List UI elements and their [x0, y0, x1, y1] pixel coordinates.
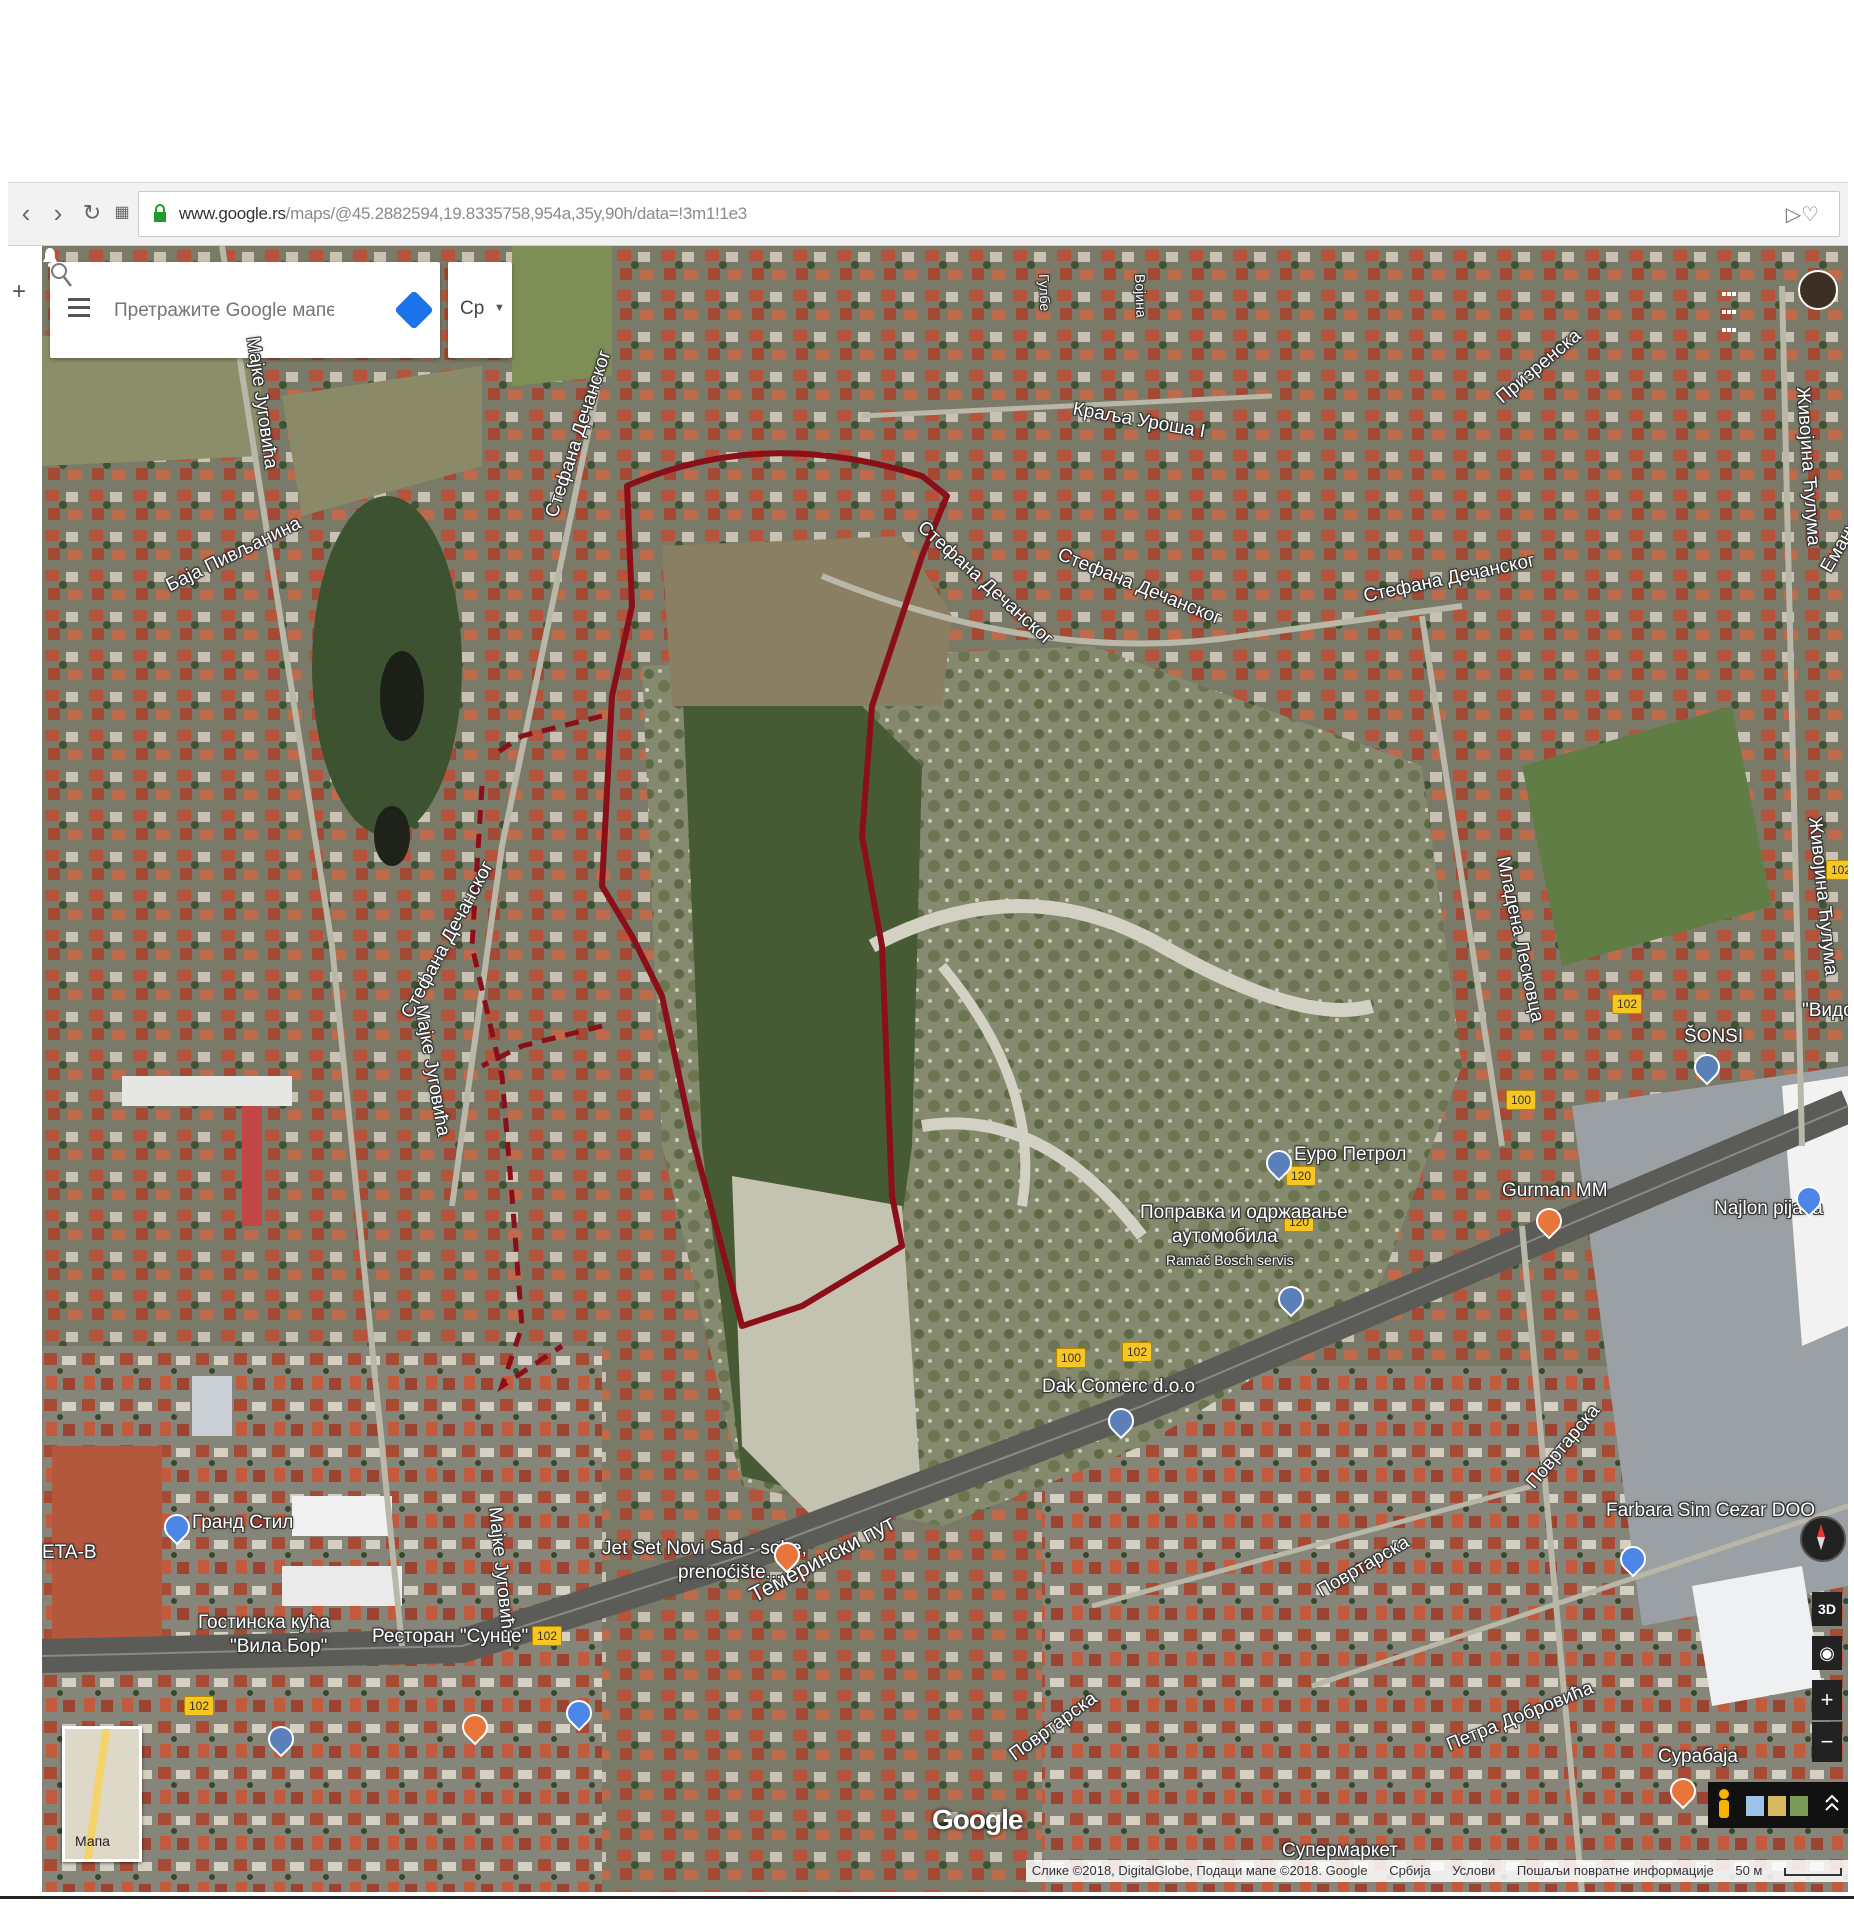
browser-toolbar: ‹ › ↻ ▦ www.google.rs/maps/@45.2882594,1… — [8, 182, 1848, 246]
forward-icon[interactable]: › — [44, 197, 72, 229]
attribution-country[interactable]: Србија — [1389, 1863, 1430, 1878]
attribution-feedback[interactable]: Пошаљи повратне информације — [1517, 1863, 1714, 1878]
satellite-map[interactable]: Ср ▼ Баја Пивљанина Мајке Југовића Мајке… — [42, 246, 1848, 1892]
place-label[interactable]: ŠONSI — [1684, 1026, 1743, 1048]
language-value: Ср — [460, 298, 485, 319]
map-type-toggle[interactable]: Мапа — [62, 1726, 142, 1862]
road-number-shield: 102 — [532, 1626, 562, 1646]
search-input[interactable] — [112, 292, 336, 330]
pegman-icon[interactable] — [1719, 1789, 1729, 1818]
tab-grid-icon[interactable]: ▦ — [108, 197, 136, 229]
place-label[interactable]: Супермаркет — [1282, 1840, 1398, 1862]
apps-grid-icon[interactable] — [1722, 284, 1740, 332]
road-number-shield: 100 — [1056, 1348, 1086, 1368]
place-label[interactable]: prenoćište... — [678, 1562, 782, 1584]
reload-icon[interactable]: ↻ — [78, 197, 106, 229]
menu-icon[interactable] — [68, 298, 90, 322]
road-number-shield: 102 — [1612, 994, 1642, 1014]
zoom-out-button[interactable]: − — [1812, 1722, 1842, 1762]
attribution-bar: Слике ©2018, DigitalGlobe, Подаци мапе ©… — [1025, 1860, 1848, 1882]
back-icon[interactable]: ‹ — [12, 197, 40, 229]
place-label[interactable]: Dak Comerc d.o.o — [1042, 1376, 1195, 1398]
place-label[interactable]: "Вила Бор" — [230, 1636, 327, 1658]
expand-chevrons-icon[interactable] — [1825, 1794, 1839, 1811]
new-tab-plus-icon[interactable]: + — [12, 278, 26, 306]
scale-label: 50 м — [1735, 1863, 1763, 1878]
zoom-in-button[interactable]: + — [1812, 1680, 1842, 1720]
my-location-icon[interactable]: ◉ — [1812, 1636, 1842, 1670]
attribution-imagery: Слике ©2018, DigitalGlobe, Подаци мапе ©… — [1031, 1863, 1368, 1878]
directions-icon[interactable] — [394, 290, 434, 330]
place-label[interactable]: Farbara Sim Cezar DOO — [1606, 1500, 1815, 1522]
place-label[interactable]: Сурабаја — [1658, 1746, 1738, 1768]
place-label[interactable]: Ресторан "Сунце" — [372, 1626, 528, 1648]
road-number-shield: 102 — [1826, 860, 1848, 880]
road-number-shield: 102 — [1122, 1342, 1152, 1362]
3d-toggle-button[interactable]: 3D — [1812, 1592, 1842, 1626]
user-avatar[interactable] — [1798, 270, 1838, 310]
place-label[interactable]: Гранд Стил — [192, 1512, 293, 1534]
street-label: Војина — [1132, 273, 1150, 318]
language-selector[interactable]: Ср ▼ — [448, 262, 512, 358]
road-number-shield: 100 — [1506, 1090, 1536, 1110]
road-number-shield: 102 — [184, 1696, 214, 1716]
place-label[interactable]: Ramač Bosch servis — [1166, 1252, 1294, 1268]
place-label[interactable]: Поправка и одржавање — [1140, 1202, 1348, 1224]
bottom-divider — [0, 1896, 1854, 1899]
chevron-down-icon: ▼ — [494, 302, 505, 314]
attribution-terms[interactable]: Услови — [1452, 1863, 1495, 1878]
minimap-label: Мапа — [75, 1833, 110, 1849]
place-label[interactable]: ETA-B — [42, 1542, 97, 1564]
place-label[interactable]: аутомобила — [1172, 1226, 1278, 1248]
bookmark-heart-icon[interactable]: ▷♡ — [1786, 202, 1819, 227]
street-label: Гулбе — [1036, 273, 1054, 312]
imagery-thumbnails-icon[interactable] — [1746, 1796, 1808, 1816]
place-label[interactable]: "Видов — [1802, 1000, 1848, 1022]
lock-icon — [154, 204, 166, 222]
place-label[interactable]: Гостинска кућа — [198, 1612, 330, 1634]
url-text: www.google.rs/maps/@45.2882594,19.833575… — [179, 204, 747, 223]
street-view-panel — [1708, 1782, 1848, 1828]
notifications-bell-icon[interactable] — [42, 246, 58, 268]
place-label[interactable]: Еуро Петрол — [1294, 1144, 1406, 1166]
scale-bar — [1784, 1867, 1842, 1876]
place-label[interactable]: Gurman MM — [1502, 1180, 1608, 1202]
google-logo: Google — [932, 1804, 1023, 1835]
compass-icon[interactable] — [1800, 1516, 1846, 1562]
address-bar[interactable]: www.google.rs/maps/@45.2882594,19.833575… — [138, 191, 1840, 237]
